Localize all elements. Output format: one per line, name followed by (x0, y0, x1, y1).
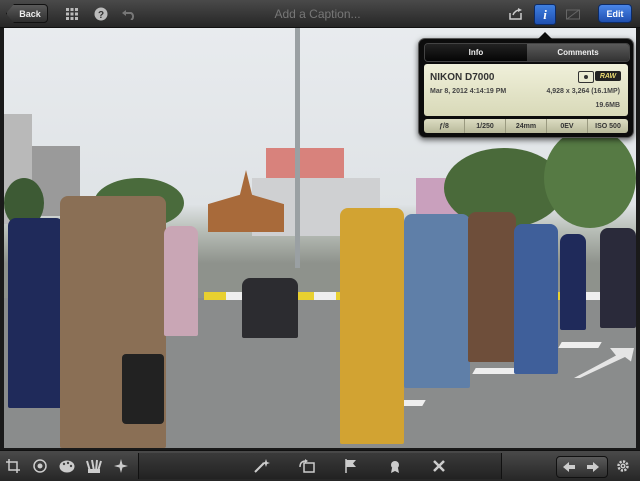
next-arrow-icon[interactable] (584, 459, 602, 475)
file-size: 19.6MB (595, 102, 620, 109)
photo-navigation (556, 456, 608, 478)
exif-shutter: 1/250 (465, 119, 506, 133)
person (600, 228, 636, 328)
exif-focal-length: 24mm (506, 119, 547, 133)
bottom-toolbar (0, 450, 640, 481)
exposure-icon[interactable] (31, 458, 49, 474)
capture-date: Mar 8, 2012 4:14:19 PM (430, 88, 507, 95)
exif-strip: ƒ/8 1/250 24mm 0EV ISO 500 (424, 119, 628, 133)
info-tabs: Info Comments (424, 43, 630, 62)
photo-info-card: NIKON D7000 RAW Mar 8, 2012 4:14:19 PM 4… (424, 64, 628, 116)
person (164, 226, 198, 336)
tab-info[interactable]: Info (425, 44, 527, 61)
image-dimensions: 4,928 x 3,264 (16.1MP) (546, 88, 620, 95)
rotate-icon[interactable] (298, 458, 316, 474)
exif-iso: ISO 500 (595, 122, 621, 130)
compare-icon[interactable] (564, 5, 582, 23)
person (8, 218, 64, 408)
crop-icon[interactable] (4, 458, 22, 474)
grid-icon[interactable] (63, 5, 81, 23)
favorite-icon[interactable] (386, 458, 404, 474)
tab-comments[interactable]: Comments (527, 44, 629, 61)
info-button[interactable]: i (534, 4, 556, 25)
brushes-icon[interactable] (85, 458, 103, 474)
auto-enhance-icon[interactable] (253, 458, 271, 474)
info-popover: Info Comments NIKON D7000 RAW Mar 8, 201… (418, 32, 634, 138)
reject-icon[interactable] (430, 458, 448, 474)
person (340, 208, 404, 444)
share-icon[interactable] (507, 5, 525, 23)
person (404, 214, 470, 388)
tree (544, 128, 636, 228)
caption-field[interactable]: Add a Caption... (200, 5, 435, 23)
flag-icon[interactable] (342, 458, 360, 474)
person (242, 278, 298, 338)
effects-icon[interactable] (112, 458, 130, 474)
raw-badge: RAW (595, 71, 621, 81)
back-button[interactable]: Back (6, 4, 48, 23)
lane-marking (558, 342, 602, 348)
action-tray (138, 453, 502, 479)
person (514, 224, 558, 374)
exif-exposure-bias: 0EV (547, 119, 588, 133)
bag (122, 354, 164, 424)
prev-arrow-icon[interactable] (560, 459, 578, 475)
settings-gear-icon[interactable] (614, 458, 632, 474)
undo-icon[interactable] (120, 5, 138, 23)
edit-button[interactable]: Edit (598, 4, 632, 23)
person (560, 234, 586, 330)
help-icon[interactable]: ? (92, 5, 110, 23)
palette-icon[interactable] (58, 458, 76, 474)
person (468, 212, 516, 362)
camera-icon (578, 71, 594, 83)
svg-text:?: ? (98, 10, 104, 21)
light-pole (295, 28, 300, 268)
camera-model: NIKON D7000 (430, 72, 495, 83)
top-toolbar: Back ? Add a Caption... i Edit (0, 0, 640, 28)
exif-aperture: ƒ/8 (424, 119, 465, 133)
